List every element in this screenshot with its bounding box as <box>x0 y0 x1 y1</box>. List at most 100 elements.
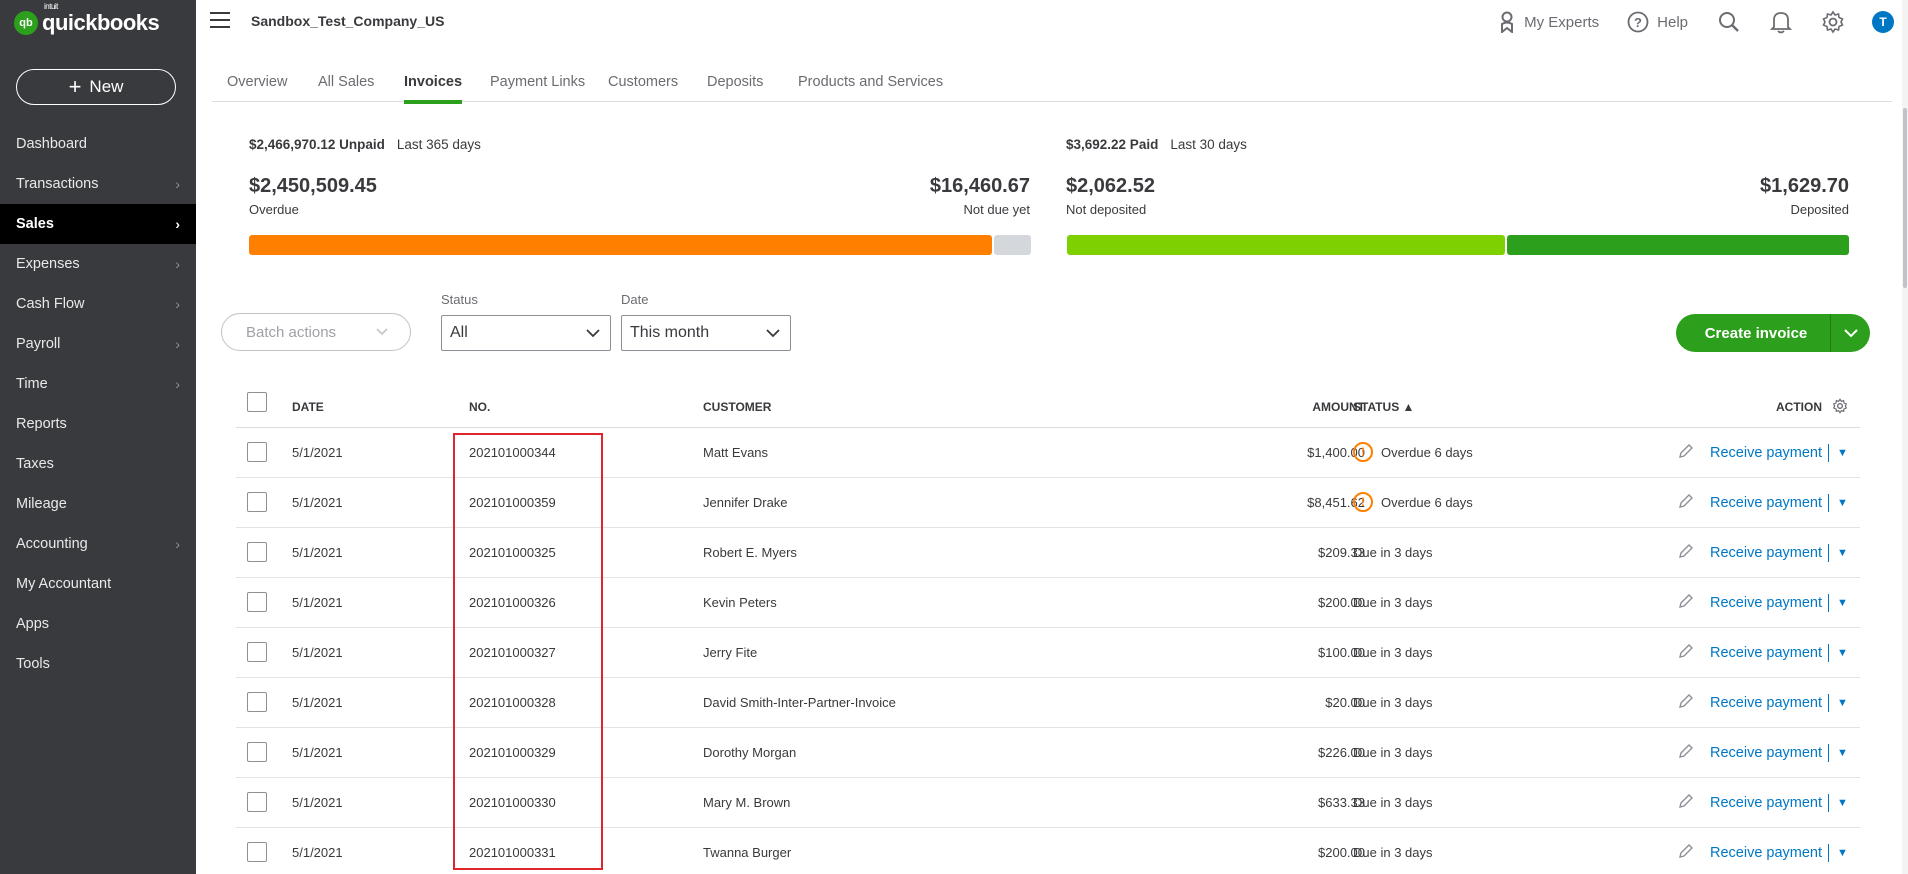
page-scrollbar[interactable] <box>1902 0 1908 874</box>
table-settings-gear-icon[interactable] <box>1832 398 1848 417</box>
sidebar-item-apps[interactable]: Apps <box>0 604 196 644</box>
cell-customer[interactable]: Robert E. Myers <box>703 545 797 560</box>
caret-down-icon[interactable]: ▼ <box>1837 797 1848 809</box>
caret-down-icon[interactable]: ▼ <box>1837 597 1848 609</box>
sidebar-item-time[interactable]: Time › <box>0 364 196 404</box>
header-no[interactable]: NO. <box>469 400 490 414</box>
table-row[interactable]: 5/1/2021 202101000344 Matt Evans $1,400.00!… <box>236 428 1860 478</box>
select-all-checkbox[interactable] <box>247 392 267 412</box>
search-icon[interactable] <box>1716 9 1742 35</box>
deposited-bar-segment[interactable] <box>1507 235 1849 255</box>
menu-icon[interactable] <box>210 12 230 28</box>
cell-customer[interactable]: Jerry Fite <box>703 645 757 660</box>
edit-pencil-icon[interactable] <box>1678 793 1694 812</box>
cell-customer[interactable]: David Smith-Inter-Partner-Invoice <box>703 695 896 710</box>
sidebar-item-dashboard[interactable]: Dashboard <box>0 124 196 164</box>
create-invoice-dropdown-toggle[interactable] <box>1830 314 1870 352</box>
row-checkbox[interactable] <box>247 492 267 512</box>
cell-invoice-no[interactable]: 202101000327 <box>469 645 556 660</box>
edit-pencil-icon[interactable] <box>1678 693 1694 712</box>
tab-deposits[interactable]: Deposits <box>707 74 763 100</box>
settings-gear-icon[interactable] <box>1820 9 1846 35</box>
cell-invoice-no[interactable]: 202101000329 <box>469 745 556 760</box>
caret-down-icon[interactable]: ▼ <box>1837 747 1848 759</box>
overdue-bar-segment[interactable] <box>249 235 992 255</box>
sidebar-item-cash-flow[interactable]: Cash Flow › <box>0 284 196 324</box>
sidebar-item-transactions[interactable]: Transactions › <box>0 164 196 204</box>
help-button[interactable]: ? Help <box>1627 11 1688 33</box>
cell-customer[interactable]: Jennifer Drake <box>703 495 788 510</box>
edit-pencil-icon[interactable] <box>1678 543 1694 562</box>
caret-down-icon[interactable]: ▼ <box>1837 497 1848 509</box>
caret-down-icon[interactable]: ▼ <box>1837 697 1848 709</box>
table-row[interactable]: 5/1/2021 202101000359 Jennifer Drake $8,451… <box>236 478 1860 528</box>
batch-actions-dropdown[interactable]: Batch actions <box>221 313 411 351</box>
receive-payment-link[interactable]: Receive payment <box>1710 595 1822 611</box>
receive-payment-link[interactable]: Receive payment <box>1710 845 1822 861</box>
status-filter-select[interactable]: All <box>441 315 611 351</box>
row-checkbox[interactable] <box>247 692 267 712</box>
tab-overview[interactable]: Overview <box>227 74 287 100</box>
notdue-bar-segment[interactable] <box>994 235 1031 255</box>
scrollbar-thumb[interactable] <box>1903 108 1907 288</box>
row-checkbox[interactable] <box>247 742 267 762</box>
tab-invoices[interactable]: Invoices <box>404 74 463 104</box>
sidebar-item-my-accountant[interactable]: My Accountant <box>0 564 196 604</box>
sidebar-item-tools[interactable]: Tools <box>0 644 196 684</box>
edit-pencil-icon[interactable] <box>1678 843 1694 862</box>
unpaid-summary[interactable]: $2,466,970.12 Unpaid Last 365 days <box>249 137 1031 152</box>
edit-pencil-icon[interactable] <box>1678 593 1694 612</box>
sidebar-item-sales[interactable]: Sales › <box>0 204 196 244</box>
cell-invoice-no[interactable]: 202101000326 <box>469 595 556 610</box>
table-row[interactable]: 5/1/2021 202101000326 Kevin Peters $200.00 D… <box>236 578 1860 628</box>
edit-pencil-icon[interactable] <box>1678 643 1694 662</box>
sidebar-item-mileage[interactable]: Mileage <box>0 484 196 524</box>
sidebar-item-expenses[interactable]: Expenses › <box>0 244 196 284</box>
sidebar-item-taxes[interactable]: Taxes <box>0 444 196 484</box>
row-checkbox[interactable] <box>247 792 267 812</box>
create-invoice-button[interactable]: Create invoice <box>1676 314 1870 352</box>
user-avatar[interactable]: T <box>1872 11 1894 33</box>
caret-down-icon[interactable]: ▼ <box>1837 447 1848 459</box>
new-button[interactable]: + New <box>16 69 176 105</box>
cell-customer[interactable]: Mary M. Brown <box>703 795 790 810</box>
receive-payment-link[interactable]: Receive payment <box>1710 745 1822 761</box>
receive-payment-link[interactable]: Receive payment <box>1710 645 1822 661</box>
notdeposited-bar-segment[interactable] <box>1067 235 1505 255</box>
table-row[interactable]: 5/1/2021 202101000327 Jerry Fite $100.00 Due… <box>236 628 1860 678</box>
header-date[interactable]: DATE <box>292 400 324 414</box>
sidebar-item-payroll[interactable]: Payroll › <box>0 324 196 364</box>
cell-invoice-no[interactable]: 202101000328 <box>469 695 556 710</box>
header-status[interactable]: STATUS ▲ <box>1353 400 1414 414</box>
receive-payment-link[interactable]: Receive payment <box>1710 545 1822 561</box>
row-checkbox[interactable] <box>247 842 267 862</box>
table-row[interactable]: 5/1/2021 202101000325 Robert E. Myers $209.… <box>236 528 1860 578</box>
paid-progress-bar[interactable] <box>1067 235 1849 257</box>
table-row[interactable]: 5/1/2021 202101000328 David Smith-Inter-Pa… <box>236 678 1860 728</box>
quickbooks-logo[interactable]: qb intuit quickbooks <box>14 2 160 40</box>
notifications-bell-icon[interactable] <box>1768 9 1794 35</box>
tab-products-and-services[interactable]: Products and Services <box>798 74 943 100</box>
edit-pencil-icon[interactable] <box>1678 443 1694 462</box>
cell-customer[interactable]: Matt Evans <box>703 445 768 460</box>
cell-invoice-no[interactable]: 202101000344 <box>469 445 556 460</box>
receive-payment-link[interactable]: Receive payment <box>1710 445 1822 461</box>
tab-all-sales[interactable]: All Sales <box>318 74 374 100</box>
row-checkbox[interactable] <box>247 442 267 462</box>
edit-pencil-icon[interactable] <box>1678 493 1694 512</box>
unpaid-progress-bar[interactable] <box>249 235 1031 257</box>
row-checkbox[interactable] <box>247 592 267 612</box>
receive-payment-link[interactable]: Receive payment <box>1710 495 1822 511</box>
sidebar-item-accounting[interactable]: Accounting › <box>0 524 196 564</box>
table-row[interactable]: 5/1/2021 202101000331 Twanna Burger $200.00… <box>236 828 1860 874</box>
tab-payment-links[interactable]: Payment Links <box>490 74 585 100</box>
cell-invoice-no[interactable]: 202101000359 <box>469 495 556 510</box>
cell-customer[interactable]: Dorothy Morgan <box>703 745 796 760</box>
edit-pencil-icon[interactable] <box>1678 743 1694 762</box>
date-filter-select[interactable]: This month <box>621 315 791 351</box>
receive-payment-link[interactable]: Receive payment <box>1710 795 1822 811</box>
cell-customer[interactable]: Kevin Peters <box>703 595 777 610</box>
header-customer[interactable]: CUSTOMER <box>703 400 771 414</box>
cell-customer[interactable]: Twanna Burger <box>703 845 791 860</box>
cell-invoice-no[interactable]: 202101000325 <box>469 545 556 560</box>
